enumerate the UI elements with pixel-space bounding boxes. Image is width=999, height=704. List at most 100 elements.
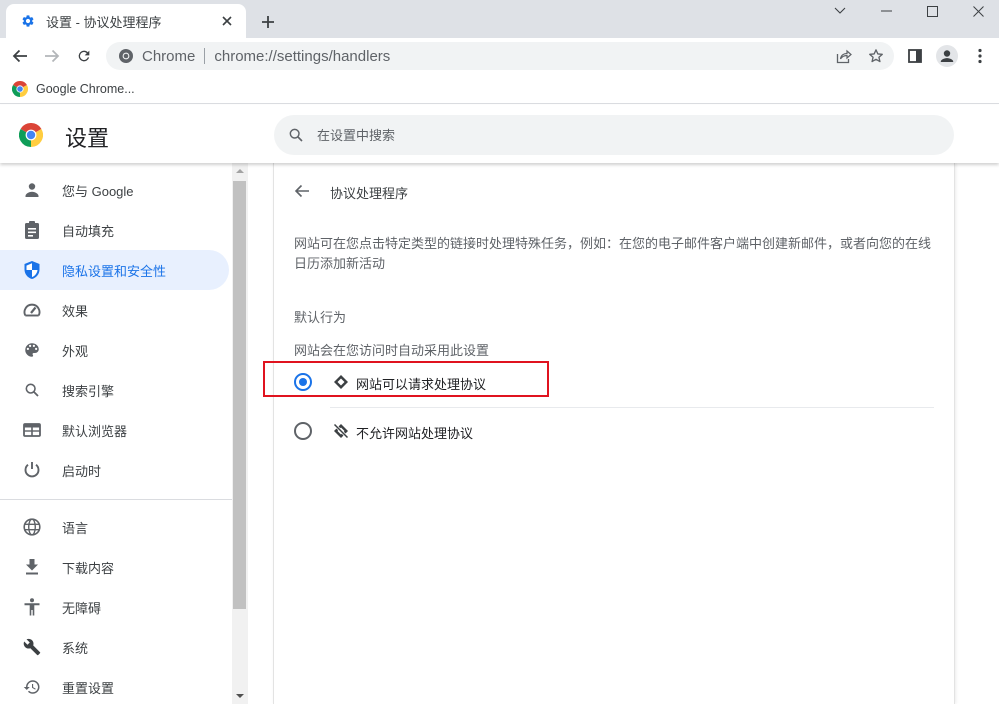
sidebar-item-downloads[interactable]: 下载内容 <box>0 547 229 587</box>
radio-option-allow[interactable]: 网站可以请求处理协议 <box>274 361 954 405</box>
back-button[interactable] <box>290 179 314 203</box>
power-icon <box>22 460 42 480</box>
browser-tab[interactable]: 设置 - 协议处理程序 <box>6 4 246 38</box>
sidebar-item-label: 无障碍 <box>62 600 102 616</box>
radio-label-allow: 网站可以请求处理协议 <box>356 377 487 392</box>
sidebar-item-label: 默认浏览器 <box>62 423 128 439</box>
clipboard-icon <box>22 220 42 240</box>
tab-title: 设置 - 协议处理程序 <box>46 14 162 30</box>
menu-button[interactable] <box>966 42 994 70</box>
sidebar-item-label: 效果 <box>62 303 89 319</box>
scrollbar-thumb[interactable] <box>233 181 246 609</box>
sidebar-item-label: 您与 Google <box>62 183 134 199</box>
arrow-left-icon <box>12 49 27 63</box>
history-reset-icon <box>22 677 42 697</box>
palette-icon <box>22 340 42 360</box>
radio-button-allow[interactable] <box>294 373 312 391</box>
bookmark-label: Google Chrome... <box>36 82 135 96</box>
settings-sidebar: 您与 Google 自动填充 隐私设置和安全性 效果 外观 搜索引擎 默认浏览器… <box>0 163 232 704</box>
sidebar-item-autofill[interactable]: 自动填充 <box>0 210 229 250</box>
maximize-button[interactable] <box>909 0 955 22</box>
address-bar[interactable]: Chrome chrome://settings/handlers <box>106 42 894 70</box>
page-description: 网站可在您点击特定类型的链接时处理特殊任务，例如：在您的电子邮件客户端中创建新邮… <box>294 236 932 271</box>
sidebar-item-performance[interactable]: 效果 <box>0 290 229 330</box>
sidebar-item-reset[interactable]: 重置设置 <box>0 667 229 704</box>
accessibility-icon <box>22 597 42 617</box>
close-tab-icon[interactable] <box>218 12 236 30</box>
sidebar-item-label: 语言 <box>62 520 89 536</box>
bookmarks-bar: Google Chrome... <box>0 74 999 104</box>
new-tab-button[interactable] <box>256 10 280 34</box>
scroll-up-arrow-icon[interactable] <box>236 169 244 173</box>
tab-strip: 设置 - 协议处理程序 <box>0 0 999 38</box>
sidebar-divider <box>0 499 232 500</box>
share-icon <box>836 49 852 64</box>
protocol-handler-icon <box>332 373 350 391</box>
chrome-logo-icon <box>12 81 28 97</box>
side-panel-button[interactable] <box>901 42 929 70</box>
sidebar-item-system[interactable]: 系统 <box>0 627 229 667</box>
sidebar-item-label: 自动填充 <box>62 223 115 239</box>
avatar <box>936 45 958 67</box>
gear-icon <box>20 13 36 29</box>
scroll-down-arrow-icon[interactable] <box>236 694 244 698</box>
close-icon <box>972 5 984 17</box>
reload-button[interactable] <box>70 42 98 70</box>
bookmark-item[interactable]: Google Chrome... <box>12 80 135 98</box>
more-vert-icon <box>978 48 982 64</box>
sidebar-item-label: 系统 <box>62 640 89 656</box>
option-divider <box>330 407 934 408</box>
page-title: 协议处理程序 <box>330 186 409 201</box>
forward-button[interactable] <box>38 42 66 70</box>
share-button[interactable] <box>832 44 856 68</box>
url-text: chrome://settings/handlers <box>214 48 390 65</box>
chrome-site-icon <box>119 49 133 63</box>
radio-option-block[interactable]: 不允许网站处理协议 <box>274 410 954 454</box>
sidebar-item-you-and-google[interactable]: 您与 Google <box>0 170 229 210</box>
sidebar-item-accessibility[interactable]: 无障碍 <box>0 587 229 627</box>
subpage-header: 协议处理程序 <box>274 175 954 207</box>
omnibox-separator <box>204 48 206 64</box>
sidebar-item-label: 隐私设置和安全性 <box>62 263 167 279</box>
search-icon <box>289 128 303 142</box>
minimize-button[interactable] <box>863 0 909 22</box>
bookmark-star-button[interactable] <box>864 44 888 68</box>
default-behavior-subtitle: 网站会在您访问时自动采用此设置 <box>294 343 490 358</box>
sidebar-item-search-engine[interactable]: 搜索引擎 <box>0 370 229 410</box>
protocol-handlers-card: 协议处理程序 网站可在您点击特定类型的链接时处理特殊任务，例如：在您的电子邮件客… <box>263 163 955 704</box>
site-chip-label: Chrome <box>142 47 196 65</box>
globe-icon <box>22 517 42 537</box>
sidebar-item-label: 下载内容 <box>62 560 115 576</box>
sidebar-item-appearance[interactable]: 外观 <box>0 330 229 370</box>
sidebar-item-privacy-security[interactable]: 隐私设置和安全性 <box>0 250 229 290</box>
chrome-logo-icon <box>19 123 43 147</box>
radio-button-block[interactable] <box>294 422 312 440</box>
search-input[interactable] <box>317 127 917 143</box>
reload-icon <box>78 50 90 62</box>
url-host: chrome://settings <box>214 47 329 65</box>
sidebar-item-languages[interactable]: 语言 <box>0 507 229 547</box>
profile-button[interactable] <box>933 42 961 70</box>
chevron-down-icon <box>834 7 846 14</box>
plus-icon <box>262 16 274 28</box>
star-icon <box>869 49 883 63</box>
default-behavior-heading: 默认行为 <box>294 310 347 325</box>
settings-search[interactable] <box>274 115 954 155</box>
person-icon <box>22 180 42 200</box>
arrow-left-icon <box>294 184 309 198</box>
arrow-right-icon <box>45 49 60 63</box>
sidebar-item-on-startup[interactable]: 启动时 <box>0 450 229 490</box>
maximize-icon <box>926 5 938 17</box>
sidebar-scrollbar[interactable] <box>232 163 248 704</box>
radio-label-block: 不允许网站处理协议 <box>356 426 474 441</box>
speedometer-icon <box>22 300 42 320</box>
side-panel-icon <box>908 49 922 63</box>
sidebar-item-default-browser[interactable]: 默认浏览器 <box>0 410 229 450</box>
tab-search-button[interactable] <box>817 0 863 22</box>
close-window-button[interactable] <box>955 0 999 22</box>
back-button[interactable] <box>6 42 34 70</box>
protocol-handler-off-icon <box>332 422 350 440</box>
shield-icon <box>22 260 42 280</box>
sidebar-item-label: 重置设置 <box>62 680 115 696</box>
sidebar-item-label: 启动时 <box>62 463 102 479</box>
